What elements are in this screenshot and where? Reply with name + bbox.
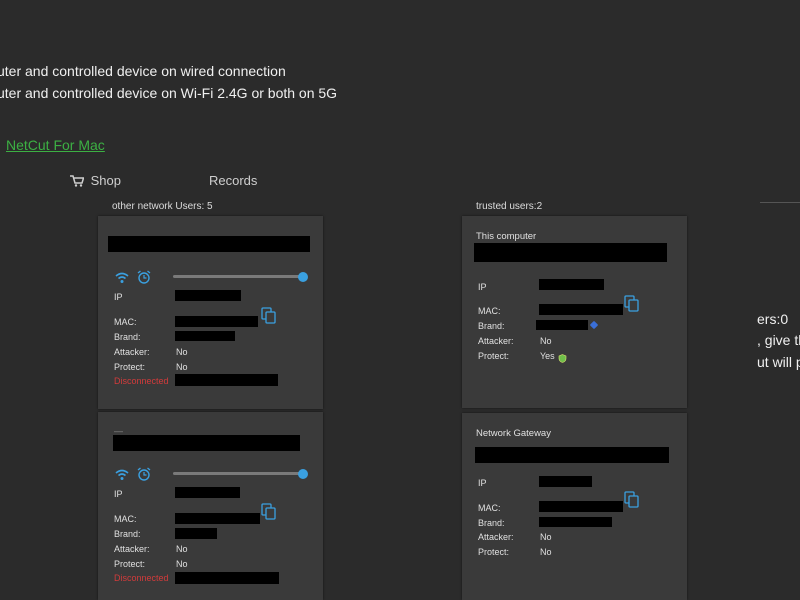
ip-label: IP bbox=[478, 282, 487, 292]
speed-slider[interactable] bbox=[173, 472, 303, 475]
attacker-value: No bbox=[176, 347, 188, 357]
mac-label: MAC: bbox=[478, 306, 501, 316]
trusted-device-card[interactable]: Network Gateway IP MAC: Brand: Attacker:… bbox=[462, 413, 687, 600]
attacker-label: Attacker: bbox=[114, 544, 150, 554]
speed-slider-knob[interactable] bbox=[298, 469, 308, 479]
device-name-redacted bbox=[474, 243, 667, 262]
cart-icon bbox=[70, 173, 91, 188]
speed-slider[interactable] bbox=[173, 275, 303, 278]
attacker-label: Attacker: bbox=[114, 347, 150, 357]
copy-icon[interactable] bbox=[624, 295, 640, 318]
divider bbox=[760, 202, 800, 203]
attacker-label: Attacker: bbox=[478, 532, 514, 542]
records-nav[interactable]: Records bbox=[209, 173, 257, 188]
netcut-mac-link[interactable]: NetCut For Mac bbox=[6, 137, 105, 153]
brand-label: Brand: bbox=[114, 529, 141, 539]
ip-value-redacted bbox=[175, 290, 241, 301]
disconnect-time-redacted bbox=[175, 374, 278, 386]
side-text-will: ut will p bbox=[757, 354, 800, 370]
attacker-value: No bbox=[540, 336, 552, 346]
mac-value-redacted bbox=[175, 316, 258, 327]
mac-value-redacted bbox=[539, 501, 623, 512]
ip-label: IP bbox=[114, 292, 123, 302]
copy-icon[interactable] bbox=[624, 491, 640, 514]
protect-value: No bbox=[176, 559, 188, 569]
mac-label: MAC: bbox=[114, 514, 137, 524]
disconnect-time-redacted bbox=[175, 572, 279, 584]
brand-label: Brand: bbox=[478, 321, 505, 331]
ip-label: IP bbox=[114, 489, 123, 499]
device-card[interactable]: — IP MAC: Brand: Attacker: No Protect: N… bbox=[98, 412, 323, 600]
brand-label: Brand: bbox=[478, 518, 505, 528]
shop-nav[interactable]: Shop bbox=[70, 173, 121, 188]
instruction-wired: uter and controlled device on wired conn… bbox=[0, 63, 286, 79]
status-disconnected: Disconnected bbox=[114, 573, 169, 583]
instruction-wifi: uter and controlled device on Wi-Fi 2.4G… bbox=[0, 85, 338, 101]
wifi-icon[interactable] bbox=[115, 468, 129, 486]
brand-value-redacted bbox=[175, 331, 235, 341]
protect-label: Protect: bbox=[478, 351, 510, 361]
mac-value-redacted bbox=[175, 513, 260, 524]
mac-value-redacted bbox=[539, 304, 623, 315]
attacker-value: No bbox=[540, 532, 552, 542]
other-users-header: other network Users: 5 bbox=[112, 201, 213, 212]
device-title: Network Gateway bbox=[476, 428, 551, 439]
trusted-device-card[interactable]: This computer IP MAC: Brand: Attacker: N… bbox=[462, 216, 687, 408]
speed-slider-knob[interactable] bbox=[298, 272, 308, 282]
brand-label: Brand: bbox=[114, 332, 141, 342]
trusted-users-header: trusted users:2 bbox=[476, 201, 543, 212]
device-title: This computer bbox=[476, 231, 537, 242]
shop-label: Shop bbox=[90, 173, 121, 188]
shield-check-icon bbox=[558, 350, 567, 368]
wifi-icon[interactable] bbox=[115, 271, 129, 289]
ip-value-redacted bbox=[175, 487, 240, 498]
brand-value-redacted bbox=[539, 517, 612, 527]
protect-value: No bbox=[176, 362, 188, 372]
brand-badge-icon bbox=[589, 320, 599, 330]
side-text-users: ers:0 bbox=[757, 311, 789, 327]
copy-icon[interactable] bbox=[261, 503, 277, 526]
ip-label: IP bbox=[478, 478, 487, 488]
mac-label: MAC: bbox=[114, 317, 137, 327]
alarm-clock-icon[interactable] bbox=[137, 467, 151, 486]
device-name-redacted bbox=[475, 447, 669, 463]
ip-value-redacted bbox=[539, 279, 604, 290]
attacker-label: Attacker: bbox=[478, 336, 514, 346]
brand-value-redacted bbox=[536, 320, 588, 330]
protect-value: No bbox=[540, 547, 552, 557]
copy-icon[interactable] bbox=[261, 307, 277, 330]
ip-value-redacted bbox=[539, 476, 592, 487]
brand-value-redacted bbox=[175, 528, 217, 539]
attacker-value: No bbox=[176, 544, 188, 554]
device-name-redacted bbox=[113, 435, 300, 451]
alarm-clock-icon[interactable] bbox=[137, 270, 151, 289]
protect-value: Yes bbox=[540, 351, 555, 361]
protect-label: Protect: bbox=[114, 559, 146, 569]
mac-label: MAC: bbox=[478, 503, 501, 513]
device-name-redacted bbox=[108, 236, 310, 252]
device-card[interactable]: IP MAC: Brand: Attacker: No Protect: No … bbox=[98, 216, 323, 409]
protect-label: Protect: bbox=[478, 547, 510, 557]
protect-label: Protect: bbox=[114, 362, 146, 372]
status-disconnected: Disconnected bbox=[114, 376, 169, 386]
side-text-give: , give th bbox=[757, 332, 800, 348]
